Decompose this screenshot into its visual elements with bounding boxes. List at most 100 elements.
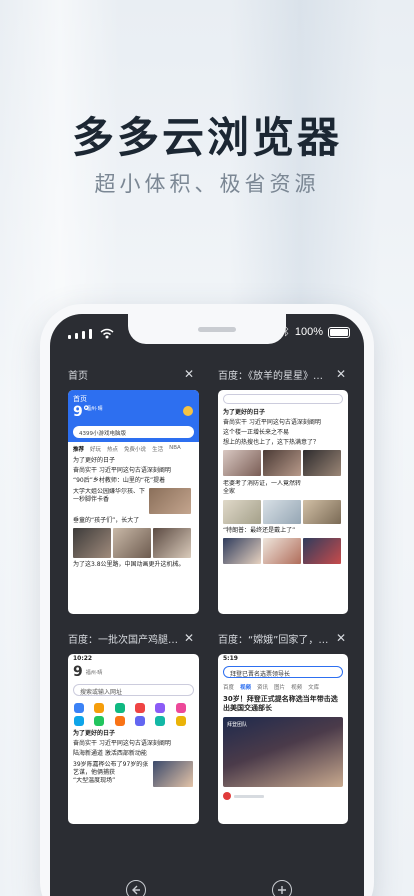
feed-tabs: 百度 视频 资讯 图片 视频 文库 [218,680,348,694]
home-header: 首页 9° 福州·晴 4399小游戏电脑版 [68,390,199,442]
new-tab-button[interactable] [272,880,292,896]
feed-tab: 文库 [308,685,320,691]
news-thumbnail [153,528,191,558]
city: 福州·晴 [86,406,103,412]
image-row [218,536,348,566]
news-thumbnail [303,538,341,564]
tab-header-4[interactable]: 百度：“嫦娥”回家了，还带... ✕ [218,628,346,648]
news-thumbnail [263,500,301,524]
image-row [68,526,199,560]
search-input: 搜索或输入网址 [73,684,194,696]
news-item: 大学大姐公园嫌华尔孩、下一秒脚伴卡香 [73,488,145,503]
back-icon [132,885,140,895]
author-name [234,794,264,798]
news-row: 39岁陈嘉桦公布了97岁的张艺谋，他俩捕获 “大型温度现场” [68,759,199,789]
feed-tab: 生活 [152,447,164,453]
tab-card-1[interactable]: 首页 9° 福州·晴 4399小游戏电脑版 推荐 好玩 热点 免费小说 生活 N… [68,390,199,614]
close-icon[interactable]: ✕ [184,367,194,381]
tab-title: 首页 [68,370,88,382]
app-icon [155,703,166,713]
app-icon [74,716,84,726]
tab-header-3[interactable]: 百度：一批次国产鸡腿外包... ✕ [68,628,194,648]
news-thumbnail [113,528,151,558]
news-item: 39岁陈嘉桦公布了97岁的张艺谋，他俩捕获 [73,761,149,776]
feed-tab: 图片 [274,685,286,691]
feed-tab: 资讯 [257,685,269,691]
phone-screen: ᛒ 100% 首页 ✕ 百度：《放羊的星星》翻拍... ✕ 首页 9° 福州·晴… [50,314,364,896]
feed-tab: 视频 [240,685,252,691]
news-thumbnail [303,450,341,476]
tab-header-2[interactable]: 百度：《放羊的星星》翻拍... ✕ [218,364,346,384]
app-icon [175,703,186,713]
feed-tab: 百度 [223,685,235,691]
feed-tab: 推荐 [73,447,85,453]
feed-tab: 免费小说 [124,447,147,453]
bluetooth-icon: ᛒ [283,326,290,338]
news-thumbnail [303,500,341,524]
tab-card-4[interactable]: 5:19 拜登已晋名选票领导长 百度 视频 资讯 图片 视频 文库 30岁！拜登… [218,654,348,824]
battery-icon [328,326,350,338]
app-icon [135,703,145,713]
feed-tab: 视频 [291,685,303,691]
search-text: 4399小游戏电脑版 [79,431,126,437]
news-item: 为了这3.8公里路，中国动画更升这机械。 [73,561,185,568]
search-text: 拜登已晋名选票领导长 [230,671,291,678]
tab-card-3[interactable]: 10:22 9 福州·晴 搜索或输入网址 为了更好的日子 奋尚实干 习近平同这句… [68,654,199,824]
close-icon[interactable]: ✕ [184,631,194,645]
tab-card-2[interactable]: 为了更好的日子 奋尚实干 习近平同这句古语深刻阐明 这个楼一正增长来之不易 想上… [218,390,348,614]
hero-title: 多多云浏览器 [71,113,342,162]
news-item: “特朗普：最终还是戴上了” [223,527,296,534]
tab-title: 百度：《放羊的星星》翻拍... [218,370,330,382]
app-icon [94,716,105,726]
news-item: 为了更好的日子 [73,730,116,737]
app-icon [175,716,186,726]
image-row [218,498,348,526]
signal-icon [68,328,114,339]
news-item: “90后”乡村教师：山里的“花”提着 [73,477,166,484]
clock: 10:22 [73,655,93,662]
news-thumbnail [153,761,193,787]
app-icon [114,716,125,726]
news-item: 陆海新通道 激活西部新动能 [73,750,147,757]
news-thumbnail [263,538,301,564]
back-button[interactable] [126,880,146,896]
news-thumbnail [223,500,261,524]
image-row [218,448,348,478]
temperature: 9 [73,664,83,680]
news-item: 奋尚实干 习近平同这句古语深刻阐明 [223,419,321,426]
news-row: 老婆考了消防证，一人竟然转全家 [218,478,348,498]
news-thumbnail [73,528,111,558]
news-row: 大学大姐公园嫌华尔孩、下一秒脚伴卡香 [68,486,199,516]
news-item: 老婆考了消防证，一人竟然转全家 [223,480,301,495]
search-bar: 4399小游戏电脑版 [73,426,194,438]
app-icon [114,703,125,713]
search-placeholder: 搜索或输入网址 [80,689,123,696]
news-item: 垂童的“孩子们”，长大了 [73,517,140,524]
app-icon [135,716,145,726]
hero-subtitle: 超小体积、极省资源 [94,172,320,196]
author-row [218,790,348,802]
battery-percent: 100% [294,326,323,338]
tab-header-1[interactable]: 首页 ✕ [68,364,194,384]
tab-title: 百度：一批次国产鸡腿外包... [68,634,180,646]
news-item: 为了更好的日子 [223,409,266,416]
news-item: 想上的热搜也上了，这下热满意了？ [223,439,320,446]
phone-frame: ᛒ 100% 首页 ✕ 百度：《放羊的星星》翻拍... ✕ 首页 9° 福州·晴… [40,304,374,896]
speaker [198,327,236,332]
news-item: 这个楼一正增长来之不易 [223,429,290,436]
app-icon [155,716,166,726]
news-thumbnail [149,488,191,514]
search-input: 拜登已晋名选票领导长 [223,666,343,678]
close-icon[interactable]: ✕ [336,367,346,381]
city: 福州·晴 [85,669,103,676]
quick-links [68,700,199,729]
add-icon [278,886,286,894]
app-icon [94,703,105,713]
news-thumbnail [223,450,261,476]
wifi-icon [100,328,114,339]
feed-tab: NBA [169,445,181,451]
close-icon[interactable]: ✕ [336,631,346,645]
news-item: 为了更好的日子 [73,457,116,464]
news-thumbnail [263,450,301,476]
news-item: 奋尚实干 习近平同这句古语深刻阐明 [73,740,171,747]
